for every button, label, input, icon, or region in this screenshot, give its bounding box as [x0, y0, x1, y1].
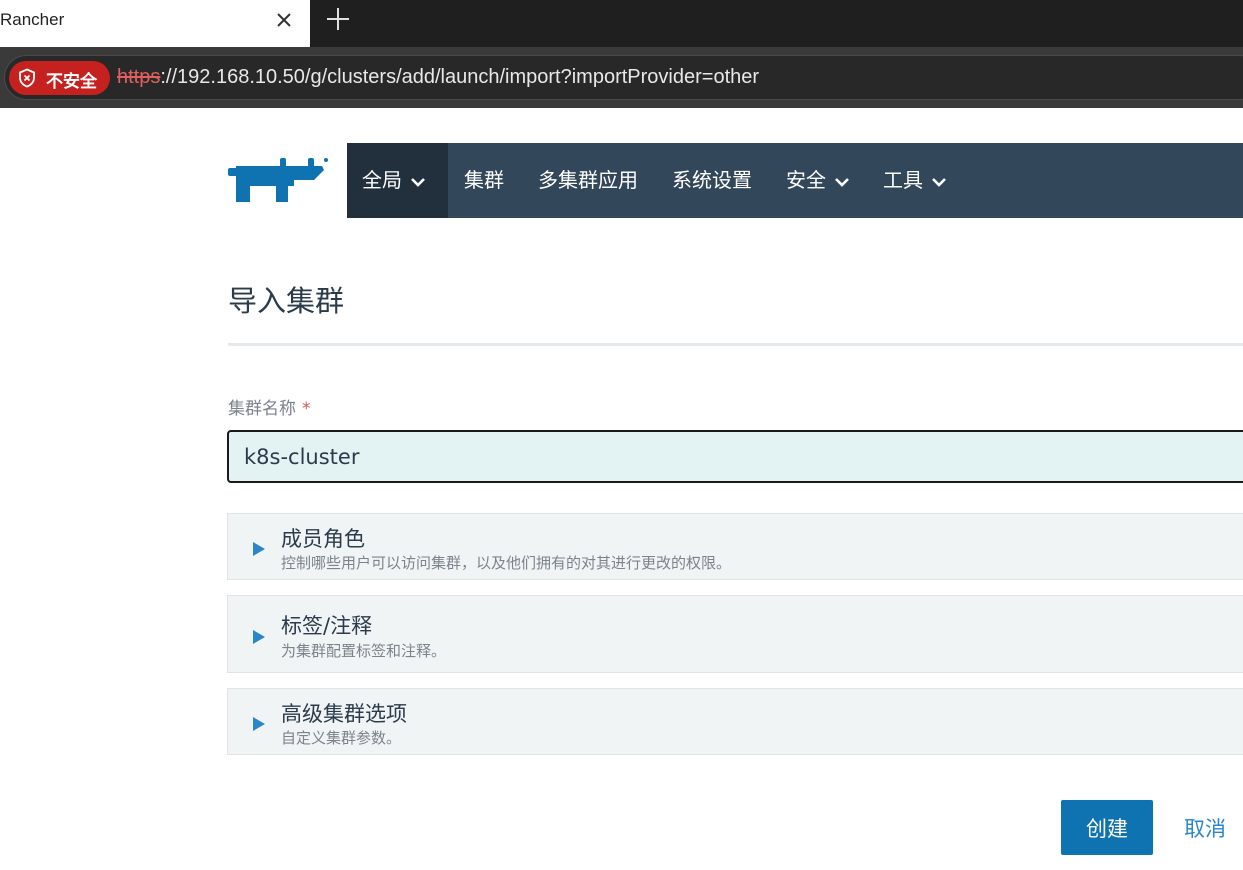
nav-item-label: 安全 — [786, 168, 826, 192]
url-path: ://192.168.10.50/g/clusters/add/launch/i… — [160, 66, 760, 88]
nav-item-cluster[interactable]: 集群 — [464, 143, 504, 218]
accordion-advanced-options[interactable]: 高级集群选项 自定义集群参数。 — [227, 688, 1243, 755]
page-title: 导入集群 — [228, 284, 345, 318]
cancel-button[interactable]: 取消 — [1184, 813, 1226, 843]
accordion-title: 标签/注释 — [281, 614, 373, 638]
browser-tab[interactable]: Rancher — [0, 0, 310, 47]
triangle-right-icon — [253, 717, 265, 731]
nav-item-global[interactable]: 全局 — [347, 143, 448, 218]
cluster-name-input[interactable] — [227, 430, 1243, 483]
chevron-down-icon — [932, 177, 946, 187]
accordion-member-roles[interactable]: 成员角色 控制哪些用户可以访问集群，以及他们拥有的对其进行更改的权限。 — [227, 513, 1243, 580]
nav-item-label: 工具 — [883, 168, 923, 192]
required-mark: * — [302, 399, 311, 419]
title-divider — [228, 343, 1243, 346]
accordion-description: 为集群配置标签和注释。 — [281, 642, 447, 660]
cluster-name-label: 集群名称 * — [228, 394, 311, 419]
main-nav: 全局 集群 多集群应用 系统设置 安全 工具 — [347, 143, 1243, 218]
new-tab-icon[interactable] — [325, 6, 351, 32]
insecure-label: 不安全 — [46, 72, 97, 92]
url-scheme: https — [117, 66, 161, 88]
nav-item-label: 多集群应用 — [538, 168, 638, 192]
tab-title: Rancher — [0, 10, 65, 29]
triangle-right-icon — [253, 630, 265, 644]
nav-item-multi-cluster-apps[interactable]: 多集群应用 — [538, 143, 638, 218]
url-text[interactable]: https://192.168.10.50/g/clusters/add/lau… — [117, 66, 759, 89]
nav-item-label: 系统设置 — [672, 168, 752, 192]
accordion-title: 成员角色 — [281, 527, 365, 551]
chevron-down-icon — [835, 177, 849, 187]
accordion-labels-annotations[interactable]: 标签/注释 为集群配置标签和注释。 — [227, 595, 1243, 673]
triangle-right-icon — [253, 542, 265, 556]
create-button[interactable]: 创建 — [1061, 800, 1153, 855]
nav-item-security[interactable]: 安全 — [786, 143, 850, 218]
nav-item-tools[interactable]: 工具 — [883, 143, 947, 218]
nav-item-settings[interactable]: 系统设置 — [672, 143, 752, 218]
accordion-description: 控制哪些用户可以访问集群，以及他们拥有的对其进行更改的权限。 — [281, 554, 732, 572]
close-icon[interactable] — [272, 8, 296, 32]
nav-item-label: 集群 — [464, 168, 504, 192]
accordion-description: 自定义集群参数。 — [281, 729, 402, 747]
shield-warning-icon — [19, 68, 35, 88]
cluster-name-label-text: 集群名称 — [228, 399, 296, 419]
rancher-logo-icon[interactable] — [228, 156, 330, 204]
nav-item-label: 全局 — [362, 168, 402, 192]
accordion-title: 高级集群选项 — [281, 702, 407, 726]
chevron-down-icon — [411, 177, 425, 187]
